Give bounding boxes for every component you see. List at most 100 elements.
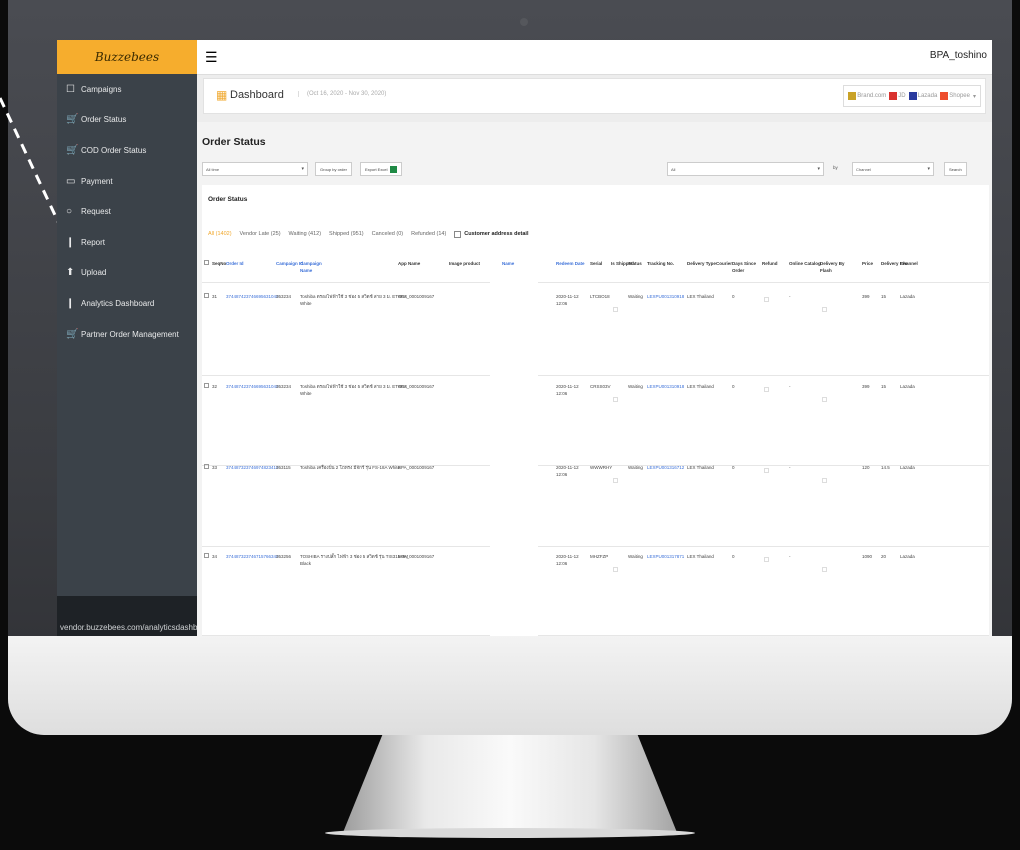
shop-filter[interactable]: Brand.com JD Lazada Shopee ▾ bbox=[843, 85, 981, 107]
tab-canceled[interactable]: Canceled (0) bbox=[372, 231, 404, 238]
row-flag-checkbox[interactable] bbox=[613, 478, 618, 483]
cell-order-id[interactable]: 374487423746695631040 bbox=[226, 383, 282, 390]
cart-icon: 🛒 bbox=[66, 328, 79, 340]
cell-tracking[interactable]: LEXPU001310918 bbox=[647, 293, 687, 300]
tab-all[interactable]: All (1402) bbox=[208, 231, 232, 238]
app-screen: Buzzebees ☐ Campaigns 🛒 Order Status 🛒 COD Or… bbox=[57, 40, 992, 636]
time-filter-select[interactable]: All time ▾ bbox=[202, 162, 308, 176]
column-header[interactable]: Image product bbox=[449, 260, 483, 267]
column-header[interactable]: Delivery By Flash bbox=[820, 260, 854, 274]
sidebar-item-label: Campaigns bbox=[81, 84, 122, 94]
row-flag-checkbox[interactable] bbox=[822, 478, 827, 483]
sidebar-item-partner-order-management[interactable]: 🛒 Partner Order Management bbox=[57, 319, 197, 350]
cell-tracking[interactable]: LEXPU001317871 bbox=[647, 553, 687, 560]
cell-channel: Lazada bbox=[900, 554, 915, 559]
monitor-stand bbox=[342, 735, 678, 835]
select-all-checkbox[interactable] bbox=[204, 260, 209, 265]
cell-order-id[interactable]: 374487323746974823410 bbox=[226, 464, 282, 471]
sidebar-item-upload[interactable]: ⬆ Upload bbox=[57, 258, 197, 289]
search-input[interactable]: All ▾ bbox=[667, 162, 824, 176]
sidebar-item-payment[interactable]: ▭ Payment bbox=[57, 166, 197, 197]
monitor-chin bbox=[8, 636, 1012, 735]
row-flag-checkbox[interactable] bbox=[764, 297, 769, 302]
by-label: by bbox=[833, 165, 838, 170]
row-checkbox[interactable] bbox=[204, 464, 209, 469]
column-header[interactable]: Name bbox=[502, 260, 536, 267]
row-flag-checkbox[interactable] bbox=[822, 307, 827, 312]
cell-order-id[interactable]: 374487423746695631040 bbox=[226, 293, 282, 300]
shop-brand-com[interactable]: Brand.com bbox=[848, 92, 886, 100]
column-header[interactable]: App Name bbox=[398, 260, 432, 267]
order-table-card: Order Status All (1402) Vendor Late (25)… bbox=[202, 185, 989, 636]
column-header[interactable]: Campaign Name bbox=[300, 260, 334, 274]
row-flag-checkbox[interactable] bbox=[613, 397, 618, 402]
channel-select[interactable]: Channel ▾ bbox=[852, 162, 934, 176]
brand-logo[interactable]: Buzzebees bbox=[57, 40, 197, 74]
cell-channel: Lazada bbox=[900, 465, 915, 470]
chevron-down-icon: ▾ bbox=[817, 166, 820, 172]
status-tabs: All (1402) Vendor Late (25) Waiting (412… bbox=[208, 231, 536, 238]
chevron-down-icon: ▾ bbox=[301, 166, 304, 172]
column-header[interactable]: Days Since Order bbox=[732, 260, 766, 274]
cell-channel: Lazada bbox=[900, 294, 915, 299]
group-by-order-button[interactable]: Group by order bbox=[315, 162, 352, 176]
column-header[interactable]: Order Id bbox=[226, 260, 260, 267]
excel-icon bbox=[390, 165, 398, 173]
tab-refunded[interactable]: Refunded (14) bbox=[411, 231, 446, 238]
export-excel-button[interactable]: Export Excel bbox=[360, 162, 403, 176]
cell-tracking[interactable]: LEXPU001316712 bbox=[647, 464, 687, 471]
date-range[interactable]: (Oct 16, 2020 - Nov 30, 2020) bbox=[298, 91, 386, 97]
sidebar-item-label: Payment bbox=[81, 176, 113, 186]
row-flag-checkbox[interactable] bbox=[764, 468, 769, 473]
row-flag-checkbox[interactable] bbox=[764, 557, 769, 562]
row-checkbox[interactable] bbox=[204, 553, 209, 558]
upload-icon: ⬆ bbox=[66, 267, 75, 279]
row-flag-checkbox[interactable] bbox=[764, 387, 769, 392]
customer-address-checkbox[interactable] bbox=[454, 231, 462, 238]
cell-date: 2020-11-12 12:06 bbox=[556, 554, 579, 566]
cell-delivery-type: LEX Thailand bbox=[687, 384, 714, 389]
cell-channel: Lazada bbox=[900, 384, 915, 389]
product-image-column bbox=[490, 282, 538, 636]
tab-waiting[interactable]: Waiting (412) bbox=[289, 231, 322, 238]
hamburger-menu-icon[interactable]: ☰ bbox=[205, 50, 218, 64]
page-title: Order Status bbox=[202, 136, 266, 148]
column-header[interactable]: Tracking No. bbox=[647, 260, 681, 267]
cell-tracking[interactable]: LEXPU001310918 bbox=[647, 383, 687, 390]
sidebar-item-request[interactable]: ○ Request bbox=[57, 196, 197, 227]
user-name[interactable]: BPA_toshino bbox=[930, 50, 987, 61]
card-title: Order Status bbox=[208, 196, 248, 203]
chevron-down-icon[interactable]: ▾ bbox=[973, 93, 976, 100]
row-flag-checkbox[interactable] bbox=[822, 397, 827, 402]
tab-vendor-late[interactable]: Vendor Late (25) bbox=[240, 231, 281, 238]
cell-catalog: - bbox=[789, 465, 791, 470]
dashboard-icon: ▦ bbox=[216, 88, 228, 102]
row-checkbox[interactable] bbox=[204, 293, 209, 298]
row-checkbox[interactable] bbox=[204, 383, 209, 388]
row-flag-checkbox[interactable] bbox=[613, 567, 618, 572]
shop-shopee[interactable]: Shopee bbox=[940, 92, 970, 100]
cell-campaign-name: TOSHIBA รางปลั๊ก ไฟฟ้า 3 ช่อง 5 สวิตช์ ร… bbox=[300, 554, 409, 566]
sidebar-item-campaigns[interactable]: ☐ Campaigns bbox=[57, 74, 197, 105]
sidebar-item-label: Request bbox=[81, 207, 111, 217]
sidebar-item-cod-order-status[interactable]: 🛒 COD Order Status bbox=[57, 135, 197, 166]
shop-jd[interactable]: JD bbox=[889, 92, 906, 100]
cell-delivery-type: LEX Thailand bbox=[687, 294, 714, 299]
row-flag-checkbox[interactable] bbox=[613, 307, 618, 312]
column-header[interactable]: Online Catalog bbox=[789, 260, 823, 267]
sidebar-item-analytics-dashboard[interactable]: ❙ Analytics Dashboard bbox=[57, 288, 197, 319]
sidebar-item-label: Analytics Dashboard bbox=[81, 298, 155, 308]
shop-lazada[interactable]: Lazada bbox=[908, 92, 937, 100]
sidebar-item-report[interactable]: ❙ Report bbox=[57, 227, 197, 258]
column-header[interactable]: Redeem Date bbox=[556, 260, 590, 267]
cell-campaign-name: Toshiba เครื่องปั่น 2 โถทรง มีจักร์ รุ่น… bbox=[300, 465, 401, 470]
search-button[interactable]: Search bbox=[944, 162, 967, 176]
sidebar-item-order-status[interactable]: 🛒 Order Status bbox=[57, 105, 197, 136]
column-header[interactable]: Channel bbox=[900, 260, 934, 267]
cell-order-id[interactable]: 374487323746715766340 bbox=[226, 553, 282, 560]
row-flag-checkbox[interactable] bbox=[822, 567, 827, 572]
tab-shipped[interactable]: Shipped (951) bbox=[329, 231, 364, 238]
chat-icon: ○ bbox=[66, 206, 73, 218]
cell-catalog: - bbox=[789, 554, 791, 559]
cell-campaign-name: Toshiba ตรองไฟฟ้าใช้ 3 ช่อง 5 สวิตช์ สาย… bbox=[300, 294, 407, 306]
